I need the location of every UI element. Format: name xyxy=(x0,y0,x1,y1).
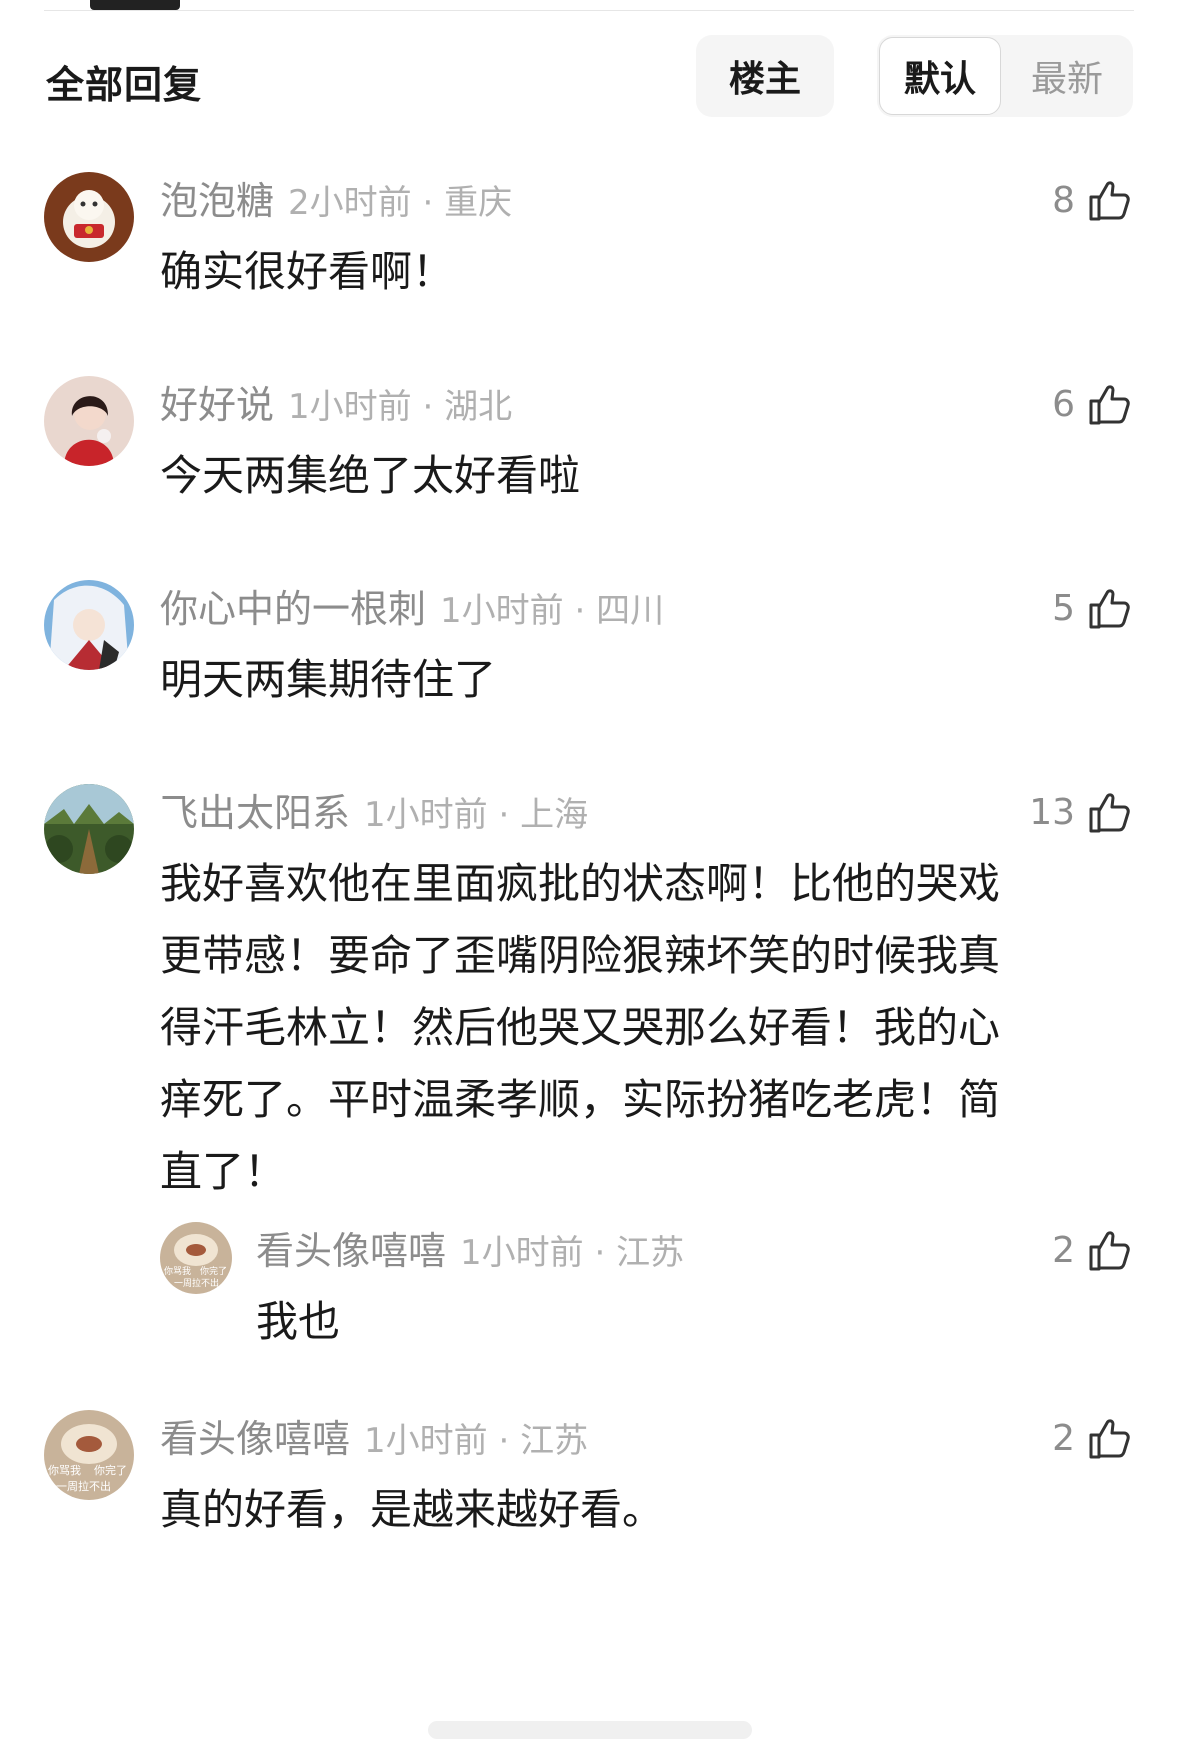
avatar[interactable] xyxy=(44,580,134,670)
thumbs-up-icon xyxy=(1089,1231,1130,1271)
thumbs-up-icon xyxy=(1089,589,1130,629)
like-button[interactable]: 2 xyxy=(1052,1408,1133,1468)
avatar[interactable] xyxy=(44,376,134,466)
sort-latest-button[interactable]: 最新 xyxy=(1005,37,1129,115)
like-button[interactable]: 13 xyxy=(1029,782,1133,842)
avatar-caption: 你完了 xyxy=(94,1463,127,1477)
comment-text-line: 痒死了。平时温柔孝顺，实际扮猪吃老虎！简 xyxy=(160,1075,1001,1124)
comment-meta: 好好说 1小时前 · 湖北 xyxy=(160,374,512,429)
timestamp: 1小时前 xyxy=(364,1421,488,1461)
like-count: 6 xyxy=(1052,383,1075,425)
thumbs-up-icon xyxy=(1089,793,1130,833)
comment-text-line: 得汗毛林立！然后他哭又哭那么好看！我的心 xyxy=(160,1003,1001,1052)
avatar-caption: 你骂我 xyxy=(164,1265,191,1277)
page-title: 全部回复 xyxy=(46,63,203,107)
comment-text: 确实很好看啊！ xyxy=(160,247,455,296)
timestamp: 2小时前 xyxy=(288,183,412,223)
reply-input-hint xyxy=(428,1721,752,1739)
username[interactable]: 看头像嘻嘻 xyxy=(256,1229,446,1273)
username[interactable]: 你心中的一根刺 xyxy=(160,587,426,631)
separator: · xyxy=(498,795,510,835)
location: 江苏 xyxy=(616,1233,685,1273)
timestamp: 1小时前 xyxy=(440,591,564,631)
username[interactable]: 好好说 xyxy=(160,383,274,427)
comment-meta: 你心中的一根刺 1小时前 · 四川 xyxy=(160,578,664,633)
sort-default-button[interactable]: 默认 xyxy=(879,37,1001,115)
separator: · xyxy=(594,1233,606,1273)
username[interactable]: 泡泡糖 xyxy=(160,179,274,223)
comment-meta: 看头像嘻嘻 1小时前 · 江苏 xyxy=(256,1220,684,1275)
comment-meta: 飞出太阳系 1小时前 · 上海 xyxy=(160,782,588,837)
comment-meta: 泡泡糖 2小时前 · 重庆 xyxy=(160,170,512,225)
comment-text-line: 直了！ xyxy=(160,1147,287,1196)
comment-text: 我好喜欢他在里面疯批的状态啊！比他的哭戏 更带感！要命了歪嘴阴险狠辣坏笑的时候我… xyxy=(160,848,1110,1208)
like-button[interactable]: 2 xyxy=(1052,1220,1133,1280)
thumbs-up-icon xyxy=(1089,385,1130,425)
avatar-caption: 一周拉不出 xyxy=(56,1479,111,1493)
like-count: 2 xyxy=(1052,1229,1075,1271)
comment-text-line: 更带感！要命了歪嘴阴险狠辣坏笑的时候我真 xyxy=(160,931,1001,980)
thumbs-up-icon xyxy=(1089,1419,1130,1459)
timestamp: 1小时前 xyxy=(288,387,412,427)
avatar[interactable] xyxy=(44,784,134,874)
avatar[interactable] xyxy=(44,172,134,262)
like-button[interactable]: 6 xyxy=(1052,374,1133,434)
thumbs-up-icon xyxy=(1089,181,1130,221)
comment-text-line: 我好喜欢他在里面疯批的状态啊！比他的哭戏 xyxy=(160,859,1001,908)
like-count: 8 xyxy=(1052,179,1075,221)
timestamp: 1小时前 xyxy=(364,795,488,835)
location: 四川 xyxy=(596,591,665,631)
comment-text: 我也 xyxy=(256,1297,341,1346)
separator: · xyxy=(498,1421,510,1461)
avatar[interactable]: 你骂我 你完了 一周拉不出 xyxy=(160,1222,232,1294)
location: 上海 xyxy=(520,795,589,835)
separator: · xyxy=(422,387,434,427)
avatar-caption: 你骂我 xyxy=(48,1464,81,1477)
location: 湖北 xyxy=(444,387,513,427)
replies-header: 全部回复 楼主 默认 最新 xyxy=(0,0,1179,140)
comment-text: 明天两集期待住了 xyxy=(160,655,497,704)
separator: · xyxy=(422,183,434,223)
username[interactable]: 看头像嘻嘻 xyxy=(160,1417,350,1461)
op-only-button[interactable]: 楼主 xyxy=(696,35,834,117)
like-count: 2 xyxy=(1052,1417,1075,1459)
like-button[interactable]: 5 xyxy=(1052,578,1133,638)
comment-meta: 看头像嘻嘻 1小时前 · 江苏 xyxy=(160,1408,588,1463)
timestamp: 1小时前 xyxy=(460,1233,584,1273)
username[interactable]: 飞出太阳系 xyxy=(160,791,350,835)
separator: · xyxy=(574,591,586,631)
comment-text: 真的好看，是越来越好看。 xyxy=(160,1485,665,1534)
like-count: 5 xyxy=(1052,587,1075,629)
comment-text: 今天两集绝了太好看啦 xyxy=(160,451,581,500)
avatar-caption: 你完了 xyxy=(200,1265,227,1277)
like-button[interactable]: 8 xyxy=(1052,170,1133,230)
avatar-caption: 一周拉不出 xyxy=(174,1277,219,1289)
like-count: 13 xyxy=(1029,791,1075,833)
location: 江苏 xyxy=(520,1421,589,1461)
sort-toggle: 默认 最新 xyxy=(877,35,1133,117)
avatar[interactable]: 你骂我 你完了一周拉不出 xyxy=(44,1410,134,1500)
location: 重庆 xyxy=(444,183,513,223)
